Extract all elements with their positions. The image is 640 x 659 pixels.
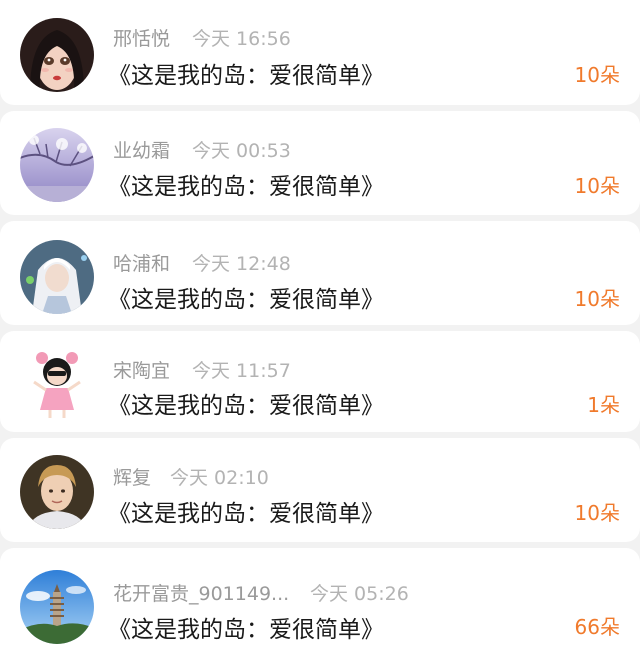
avatar[interactable] <box>20 240 94 314</box>
timestamp: 今天 05:26 <box>310 583 409 605</box>
blond-child-photo-icon <box>20 455 94 529</box>
sender-name: 宋陶宜 <box>113 360 171 382</box>
timestamp: 今天 16:56 <box>192 28 291 50</box>
song-title: 《这是我的岛：爱很简单》 <box>108 501 384 527</box>
flower-count: 10朵 <box>574 63 620 87</box>
list-item[interactable]: 邢恬悦 今天 16:56 《这是我的岛：爱很简单》 10朵 <box>0 0 640 105</box>
song-title: 《这是我的岛：爱很简单》 <box>108 617 384 643</box>
avatar[interactable] <box>20 128 94 202</box>
white-haired-anime-character-icon <box>20 240 94 314</box>
list-item[interactable]: 花开富贵_901149... 今天 05:26 《这是我的岛：爱很简单》 66朵 <box>0 548 640 659</box>
timestamp: 今天 00:53 <box>192 140 291 162</box>
sender-name: 邢恬悦 <box>113 28 171 50</box>
list-item[interactable]: 宋陶宜 今天 11:57 《这是我的岛：爱很简单》 1朵 <box>0 331 640 432</box>
song-title: 《这是我的岛：爱很简单》 <box>108 287 384 313</box>
timestamp: 今天 11:57 <box>192 360 291 382</box>
sender-name: 哈浦和 <box>113 253 171 275</box>
avatar[interactable] <box>20 346 94 420</box>
gift-record-list: 邢恬悦 今天 16:56 《这是我的岛：爱很简单》 10朵 业幼霜 今天 00:… <box>0 0 640 659</box>
song-title: 《这是我的岛：爱很简单》 <box>108 174 384 200</box>
anime-girl-portrait-icon <box>20 18 94 92</box>
purple-winter-tree-icon <box>20 128 94 202</box>
sender-name: 花开富贵_901149... <box>113 583 290 605</box>
flower-count: 66朵 <box>574 615 620 639</box>
list-item[interactable]: 哈浦和 今天 12:48 《这是我的岛：爱很简单》 10朵 <box>0 221 640 325</box>
pagoda-landscape-icon <box>20 570 94 644</box>
song-title: 《这是我的岛：爱很简单》 <box>108 393 384 419</box>
sender-name: 业幼霜 <box>113 140 171 162</box>
avatar[interactable] <box>20 455 94 529</box>
cartoon-girl-pink-dress-icon <box>20 346 94 420</box>
avatar[interactable] <box>20 570 94 644</box>
list-item[interactable]: 辉复 今天 02:10 《这是我的岛：爱很简单》 10朵 <box>0 438 640 542</box>
song-title: 《这是我的岛：爱很简单》 <box>108 63 384 89</box>
timestamp: 今天 12:48 <box>192 253 291 275</box>
avatar[interactable] <box>20 18 94 92</box>
list-item[interactable]: 业幼霜 今天 00:53 《这是我的岛：爱很简单》 10朵 <box>0 111 640 215</box>
flower-count: 10朵 <box>574 174 620 198</box>
flower-count: 10朵 <box>574 501 620 525</box>
sender-name: 辉复 <box>113 467 152 489</box>
timestamp: 今天 02:10 <box>170 467 269 489</box>
flower-count: 10朵 <box>574 287 620 311</box>
flower-count: 1朵 <box>587 393 620 417</box>
